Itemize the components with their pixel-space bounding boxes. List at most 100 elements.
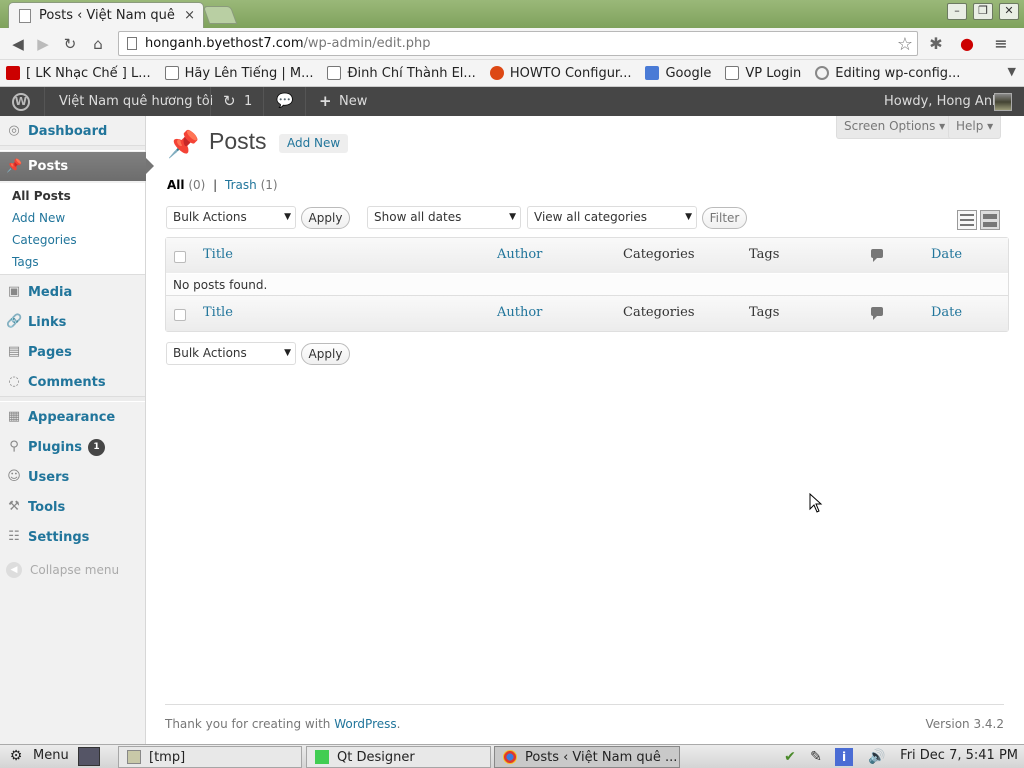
select-all-checkbox[interactable] (174, 251, 186, 263)
menu-posts[interactable]: 📌 Posts (0, 152, 154, 181)
bookmark-item[interactable]: [ LK Nhạc Chế ] L... (6, 66, 151, 81)
column-date[interactable]: Date (931, 247, 962, 262)
task-chrome-posts[interactable]: Posts ‹ Việt Nam quê ... (494, 746, 680, 768)
filter-button[interactable]: Filter (702, 207, 747, 229)
bookmark-item[interactable]: VP Login (725, 66, 801, 81)
restore-icon[interactable]: ❐ (973, 3, 993, 20)
tab-posts[interactable]: Posts ‹ Việt Nam quê hư × (8, 2, 204, 28)
apply-button-bottom[interactable]: Apply (301, 343, 350, 365)
start-menu-button[interactable]: Menu (33, 748, 69, 763)
footer-thanks: Thank you for creating with (165, 717, 335, 731)
page-icon (725, 66, 740, 80)
menu-dashboard[interactable]: ◎ Dashboard (0, 116, 145, 146)
submenu-tags[interactable]: Tags (0, 251, 145, 273)
wordpress-link[interactable]: WordPress (334, 717, 396, 731)
column-categories: Categories (623, 305, 695, 320)
menu-comments[interactable]: ◌ Comments (0, 367, 145, 397)
menu-tools[interactable]: ⚒ Tools (0, 492, 145, 522)
list-view-icon[interactable] (957, 210, 977, 230)
home-icon[interactable]: ⌂ (88, 34, 108, 54)
bookmark-star-icon[interactable]: ☆ (897, 34, 913, 55)
chevron-down-icon[interactable]: ▼ (1008, 65, 1016, 78)
posts-table: Title Author Categories Tags Date No pos… (165, 237, 1009, 332)
excerpt-view-icon[interactable] (980, 210, 1000, 230)
dates-filter-select[interactable]: Show all dates ▼ (367, 206, 521, 229)
bookmark-item[interactable]: Google (645, 66, 711, 81)
close-window-icon[interactable]: ✕ (999, 3, 1019, 20)
bulk-actions-select-top[interactable]: Bulk Actions ▼ (166, 206, 296, 229)
close-tab-icon[interactable]: × (184, 8, 195, 23)
info-icon[interactable]: i (835, 748, 853, 766)
pushpin-icon: 📌 (6, 158, 23, 174)
wp-admin-bar: W Việt Nam quê hương tôi ↻ 1 💬 + New How… (0, 87, 1024, 116)
pushpin-icon: 📌 (167, 130, 200, 160)
menu-icon[interactable]: ≡ (990, 34, 1012, 54)
submenu-categories[interactable]: Categories (0, 229, 145, 251)
comments-icon[interactable]: 💬 (276, 87, 293, 116)
collapse-menu[interactable]: ◀ Collapse menu (6, 562, 119, 578)
filter-all[interactable]: All (167, 178, 185, 192)
wordpress-icon (815, 66, 830, 80)
table-header: Title Author Categories Tags Date (166, 238, 1008, 273)
plugins-update-badge: 1 (88, 438, 105, 456)
updates-count[interactable]: 1 (244, 87, 252, 116)
address-bar[interactable]: honganh.byethost7.com/wp-admin/edit.php … (118, 31, 918, 56)
submenu-all-posts[interactable]: All Posts (0, 185, 145, 207)
reload-icon[interactable]: ↻ (60, 34, 80, 54)
bookmark-item[interactable]: Hãy Lên Tiếng | M... (164, 66, 313, 81)
bookmark-item[interactable]: HOWTO Configur... (489, 66, 631, 81)
menu-media[interactable]: ▣ Media (0, 277, 145, 307)
screen-options-button[interactable]: Screen Options ▾ (836, 116, 954, 139)
add-new-button[interactable]: Add New (279, 134, 349, 153)
help-button[interactable]: Help ▾ (948, 116, 1002, 139)
wordpress-logo-icon[interactable]: W (12, 93, 30, 111)
column-date[interactable]: Date (931, 305, 962, 320)
extension-flag-icon[interactable]: ● (956, 34, 978, 54)
submenu-add-new[interactable]: Add New (0, 207, 145, 229)
menu-plugins[interactable]: ⚲ Plugins 1 (0, 432, 145, 462)
menu-users[interactable]: ☺ Users (0, 462, 145, 492)
column-categories: Categories (623, 247, 695, 262)
comments-column-icon[interactable] (871, 249, 883, 262)
comments-column-icon[interactable] (871, 307, 883, 320)
page-icon (164, 66, 179, 80)
categories-filter-select[interactable]: View all categories ▼ (527, 206, 697, 229)
bulk-actions-select-bottom[interactable]: Bulk Actions ▼ (166, 342, 296, 365)
terminal-icon[interactable] (78, 747, 100, 766)
task-tmp[interactable]: [tmp] (118, 746, 302, 768)
bookmark-item[interactable]: Đinh Chí Thành El... (327, 66, 476, 81)
minimize-icon[interactable]: – (947, 3, 967, 20)
column-author[interactable]: Author (497, 305, 542, 320)
howdy-account-link[interactable]: Howdy, Hong Anh (884, 87, 1000, 116)
avatar[interactable] (994, 93, 1012, 111)
column-author[interactable]: Author (497, 247, 542, 262)
column-title[interactable]: Title (203, 247, 233, 262)
page-icon (327, 66, 342, 80)
updates-icon[interactable]: ↻ (223, 87, 236, 116)
site-name-link[interactable]: Việt Nam quê hương tôi (59, 87, 213, 116)
back-icon[interactable]: ◀ (8, 34, 28, 54)
gear-icon[interactable]: ⚙ (7, 747, 25, 765)
network-icon[interactable]: ✎ (807, 748, 825, 766)
menu-appearance[interactable]: ▦ Appearance (0, 402, 145, 432)
filter-trash[interactable]: Trash (225, 178, 257, 192)
page-icon (127, 37, 137, 50)
menu-links[interactable]: 🔗 Links (0, 307, 145, 337)
new-content-link[interactable]: New (339, 87, 367, 116)
new-tab-button[interactable] (202, 6, 238, 24)
column-title[interactable]: Title (203, 305, 233, 320)
select-all-checkbox[interactable] (174, 309, 186, 321)
menu-settings[interactable]: ☷ Settings (0, 522, 145, 552)
forward-icon[interactable]: ▶ (33, 34, 53, 54)
menu-pages[interactable]: ▤ Pages (0, 337, 145, 367)
page-title: Posts (209, 128, 267, 154)
apply-button-top[interactable]: Apply (301, 207, 350, 229)
update-shield-icon[interactable]: ✔ (781, 748, 799, 766)
volume-icon[interactable]: 🔊 (868, 748, 886, 766)
task-qt-designer[interactable]: Qt Designer (306, 746, 491, 768)
clock[interactable]: Fri Dec 7, 5:41 PM (900, 748, 1018, 763)
extension-bug-icon[interactable]: ✱ (925, 34, 947, 54)
bookmark-item[interactable]: Editing wp-config... (815, 66, 960, 81)
table-footer: Title Author Categories Tags Date (166, 296, 1008, 331)
plus-icon[interactable]: + (319, 87, 332, 116)
